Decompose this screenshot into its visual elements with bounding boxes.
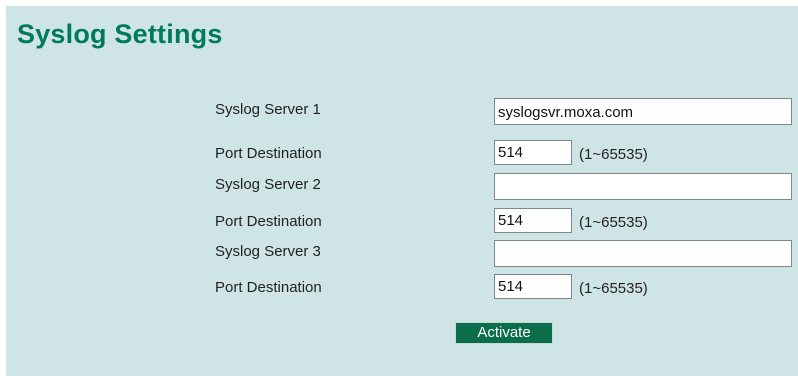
syslog-server-1-row: Syslog Server 1 (6, 98, 798, 125)
settings-panel: Syslog Settings Syslog Server 1 Port Des… (6, 6, 798, 376)
port-destination-2-input[interactable] (494, 208, 572, 233)
activate-button[interactable]: Activate (455, 322, 553, 344)
port-destination-3-row: Port Destination (1~65535) (6, 274, 798, 299)
syslog-server-1-label: Syslog Server 1 (215, 101, 321, 118)
port-destination-3-range-hint: (1~65535) (579, 280, 648, 297)
port-destination-1-label: Port Destination (215, 145, 322, 162)
port-destination-2-range-hint: (1~65535) (579, 214, 648, 231)
port-destination-2-label: Port Destination (215, 213, 322, 230)
syslog-server-2-row: Syslog Server 2 (6, 173, 798, 200)
port-destination-1-input[interactable] (494, 140, 572, 165)
port-destination-3-input[interactable] (494, 274, 572, 299)
port-destination-1-range-hint: (1~65535) (579, 146, 648, 163)
syslog-server-3-row: Syslog Server 3 (6, 240, 798, 267)
syslog-server-2-input[interactable] (494, 173, 792, 200)
syslog-server-3-input[interactable] (494, 240, 792, 267)
port-destination-1-row: Port Destination (1~65535) (6, 140, 798, 165)
syslog-server-2-label: Syslog Server 2 (215, 176, 321, 193)
page-title: Syslog Settings (17, 19, 223, 49)
port-destination-2-row: Port Destination (1~65535) (6, 208, 798, 233)
port-destination-3-label: Port Destination (215, 279, 322, 296)
syslog-server-3-label: Syslog Server 3 (215, 243, 321, 260)
syslog-server-1-input[interactable] (494, 98, 792, 125)
